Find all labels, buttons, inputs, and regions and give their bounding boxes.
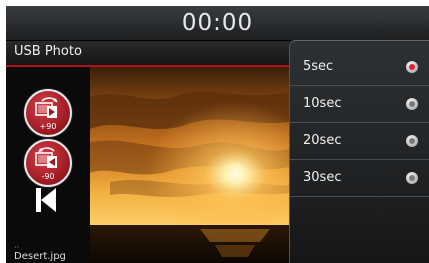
file-name: ·· Desert.jpg [14, 243, 66, 262]
status-bar: 00:00 [6, 6, 429, 41]
control-panel: +90 -90 ·· Desert.jpg [6, 67, 90, 263]
rotate-left-label: -90 [41, 172, 55, 181]
radio-button[interactable] [406, 172, 418, 184]
rotate-left-icon [35, 147, 57, 168]
file-name-text: Desert.jpg [14, 251, 66, 262]
slideshow-interval-menu: 5sec 10sec 20sec 30sec [289, 40, 429, 263]
interval-option[interactable]: 30sec [290, 160, 429, 196]
interval-option-label: 20sec [303, 133, 342, 148]
rotate-left-button[interactable]: -90 [24, 139, 72, 187]
rotate-right-button[interactable]: +90 [24, 89, 72, 137]
interval-option[interactable]: 10sec [290, 86, 429, 122]
interval-option-label: 30sec [303, 170, 342, 185]
radio-button[interactable] [406, 98, 418, 110]
rotate-right-label: +90 [39, 122, 57, 131]
radio-button-selected[interactable] [406, 61, 418, 73]
title-bar: USB Photo [6, 41, 289, 65]
file-marker: ·· [14, 243, 20, 252]
photo-display[interactable] [90, 67, 289, 263]
screen: 00:00 USB Photo +90 -90 ·· Desert.jpg 5s… [6, 6, 429, 263]
interval-option-label: 10sec [303, 96, 342, 111]
interval-option[interactable]: 20sec [290, 123, 429, 159]
previous-icon [36, 188, 41, 212]
page-title: USB Photo [14, 44, 82, 59]
interval-option-label: 5sec [303, 59, 334, 74]
previous-photo-button[interactable] [35, 187, 57, 213]
interval-option[interactable]: 5sec [290, 49, 429, 85]
clock: 00:00 [181, 10, 254, 36]
menu-divider [290, 196, 429, 197]
rotate-right-icon [35, 97, 58, 118]
radio-button[interactable] [406, 135, 418, 147]
